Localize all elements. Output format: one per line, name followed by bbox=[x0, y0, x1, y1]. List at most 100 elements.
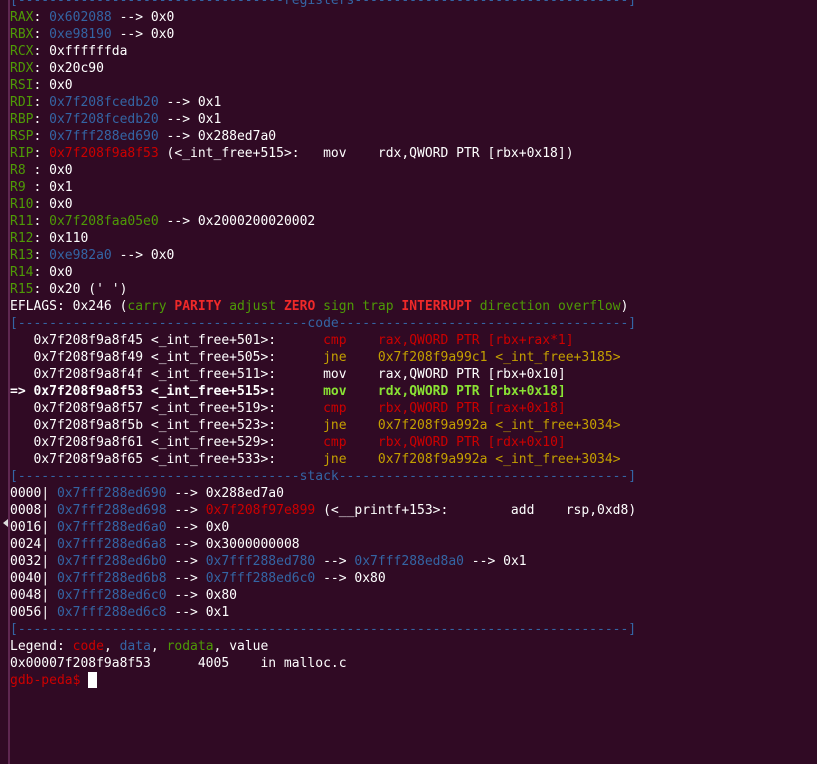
stack-deref-part: 0x80 bbox=[354, 571, 386, 586]
instruction-symbol: <_int_free+519>: bbox=[150, 401, 277, 416]
eflag-interrupt: INTERRUPT bbox=[401, 299, 472, 314]
register-line: RSP: 0x7fff288ed690 --> 0x288ed7a0 bbox=[10, 129, 277, 144]
code-line[interactable]: 0x7f208f9a8f5b <_int_free+523>: jne 0x7f… bbox=[10, 417, 620, 434]
instruction-mnemonic: jne bbox=[323, 350, 347, 365]
instruction-operands: 0x7f208f9a992a <_int_free+3034> bbox=[377, 452, 621, 467]
current-instruction[interactable]: => 0x7f208f9a8f53 <_int_free+515>: mov r… bbox=[10, 383, 566, 400]
stack-address: 0x7fff288ed6a8 bbox=[56, 537, 167, 552]
terminal-cursor[interactable] bbox=[88, 672, 98, 688]
stack-deref-part: 0x7f208f97e899 bbox=[205, 503, 316, 518]
instruction-symbol: <_int_free+529>: bbox=[150, 435, 277, 450]
instruction-address: 0x7f208f9a8f53 bbox=[33, 384, 144, 399]
code-line[interactable]: 0x7f208f9a8f45 <_int_free+501>: cmp rax,… bbox=[10, 332, 574, 349]
register-name: R10 bbox=[10, 197, 34, 212]
stack-offset: 0000 bbox=[10, 486, 42, 501]
stack-line[interactable]: 0024| 0x7fff288ed6a8 --> 0x3000000008 bbox=[10, 536, 300, 553]
stack-address: 0x7fff288ed690 bbox=[56, 486, 167, 501]
register-value: 0x7f208fcedb20 bbox=[49, 95, 159, 110]
code-line[interactable]: 0x7f208f9a8f57 <_int_free+519>: cmp rbx,… bbox=[10, 400, 565, 417]
stack-deref-part: --> bbox=[166, 520, 206, 535]
register-value: 0xe98190 bbox=[49, 27, 112, 42]
eflags-label: EFLAGS bbox=[10, 299, 57, 314]
register-line: R14: 0x0 bbox=[10, 265, 73, 280]
stack-address: 0x7fff288ed6c0 bbox=[56, 588, 167, 603]
register-deref: --> 0x1 bbox=[158, 112, 222, 127]
register-deref: (<_int_free+515>: mov rdx,QWORD PTR [rbx… bbox=[158, 146, 574, 161]
stack-address: 0x7fff288ed698 bbox=[56, 503, 167, 518]
register-line: RIP: 0x7f208f9a8f53 (<_int_free+515>: mo… bbox=[10, 146, 574, 161]
eflags-line: EFLAGS: 0x246 (carry PARITY adjust ZERO … bbox=[10, 299, 629, 314]
terminal-window[interactable]: [----------------------------------regis… bbox=[0, 0, 817, 764]
stack-address: 0x7fff288ed6c8 bbox=[56, 605, 167, 620]
register-name: RIP bbox=[10, 146, 34, 161]
stack-deref-part: --> bbox=[166, 537, 206, 552]
code-line[interactable]: 0x7f208f9a8f4f <_int_free+511>: mov rax,… bbox=[10, 366, 565, 383]
register-line: RSI: 0x0 bbox=[10, 78, 73, 93]
stack-offset: 0056 bbox=[10, 605, 42, 620]
stack-deref-part: 0x288ed7a0 bbox=[205, 486, 284, 501]
register-value: 0xffffffda bbox=[49, 44, 128, 59]
register-name: R13 bbox=[10, 248, 34, 263]
eflag-trap: trap bbox=[362, 299, 394, 314]
instruction-operands: 0x7f208f9a99c1 <_int_free+3185> bbox=[377, 350, 621, 365]
eflag-zero: ZERO bbox=[283, 299, 316, 314]
stack-deref-part: 0x1 bbox=[205, 605, 230, 620]
stack-deref-part: 0x80 bbox=[205, 588, 237, 603]
eflag-direction: direction bbox=[479, 299, 551, 314]
stack-line[interactable]: 0056| 0x7fff288ed6c8 --> 0x1 bbox=[10, 604, 229, 621]
register-line: RCX: 0xffffffda bbox=[10, 44, 128, 59]
stack-line[interactable]: 0032| 0x7fff288ed6b0 --> 0x7fff288ed780 … bbox=[10, 553, 527, 570]
instruction-mnemonic: mov bbox=[323, 384, 347, 399]
register-value: 0x20c90 bbox=[49, 61, 104, 76]
instruction-symbol: <_int_free+523>: bbox=[150, 418, 277, 433]
eflags-value: 0x246 bbox=[72, 299, 112, 314]
instruction-mnemonic: jne bbox=[323, 452, 347, 467]
register-value: 0x602088 bbox=[49, 10, 112, 25]
stack-deref-part: --> bbox=[315, 554, 355, 569]
code-line[interactable]: 0x7f208f9a8f65 <_int_free+533>: jne 0x7f… bbox=[10, 451, 621, 468]
register-line: RBP: 0x7f208fcedb20 --> 0x1 bbox=[10, 112, 222, 127]
instruction-address: 0x7f208f9a8f5b bbox=[33, 418, 144, 433]
stack-line[interactable]: 0008| 0x7fff288ed698 --> 0x7f208f97e899 … bbox=[10, 502, 636, 519]
instruction-prefix bbox=[10, 418, 33, 433]
stack-address: 0x7fff288ed6b8 bbox=[56, 571, 167, 586]
stack-offset: 0016 bbox=[10, 520, 42, 535]
register-value: 0x0 bbox=[49, 265, 73, 280]
register-line: R8 : 0x0 bbox=[10, 163, 73, 178]
instruction-address: 0x7f208f9a8f65 bbox=[33, 452, 144, 467]
gdb-prompt: gdb-peda$ bbox=[10, 673, 89, 688]
stack-line[interactable]: 0048| 0x7fff288ed6c0 --> 0x80 bbox=[10, 587, 237, 604]
stack-deref-part: (<__printf+153>: add rsp,0xd8) bbox=[315, 503, 637, 518]
register-line: R12: 0x110 bbox=[10, 231, 89, 246]
register-value: 0x7f208faa05e0 bbox=[49, 214, 159, 229]
instruction-symbol: <_int_free+533>: bbox=[150, 452, 277, 467]
stack-deref-part: --> bbox=[166, 486, 206, 501]
register-value: 0x7fff288ed690 bbox=[49, 129, 159, 144]
register-value: 0x0 bbox=[49, 163, 73, 178]
register-name: RAX bbox=[10, 10, 34, 25]
code-line[interactable]: 0x7f208f9a8f61 <_int_free+529>: cmp rbx,… bbox=[10, 434, 565, 451]
stack-line[interactable]: 0016| 0x7fff288ed6a0 --> 0x0 bbox=[10, 519, 229, 536]
register-line: RBX: 0xe98190 --> 0x0 bbox=[10, 27, 175, 42]
register-deref: --> 0x1 bbox=[158, 95, 222, 110]
register-name: R15 bbox=[10, 282, 34, 297]
stack-line[interactable]: 0040| 0x7fff288ed6b8 --> 0x7fff288ed6c0 … bbox=[10, 570, 386, 587]
legend-data: data bbox=[119, 639, 151, 654]
register-line: R10: 0x0 bbox=[10, 197, 73, 212]
register-line: R11: 0x7f208faa05e0 --> 0x2000200020002 bbox=[10, 214, 316, 229]
prompt-line[interactable]: gdb-peda$ bbox=[10, 672, 98, 689]
stack-deref-part: 0x7fff288ed8a0 bbox=[354, 554, 464, 569]
legend-rodata: rodata bbox=[166, 639, 214, 654]
register-line: R9 : 0x1 bbox=[10, 180, 73, 195]
instruction-operands: rax,QWORD PTR [rbx+rax*1] bbox=[377, 333, 574, 348]
register-line: RDI: 0x7f208fcedb20 --> 0x1 bbox=[10, 95, 222, 110]
register-line: R15: 0x20 (' ') bbox=[10, 282, 128, 297]
register-name: R8 bbox=[10, 163, 34, 178]
stack-address: 0x7fff288ed6a0 bbox=[56, 520, 167, 535]
stack-line[interactable]: 0000| 0x7fff288ed690 --> 0x288ed7a0 bbox=[10, 485, 284, 502]
stack-deref-part: --> bbox=[166, 605, 206, 620]
stack-deref-part: --> bbox=[166, 554, 206, 569]
instruction-symbol: <_int_free+505>: bbox=[150, 350, 277, 365]
instruction-prefix: => bbox=[10, 384, 34, 399]
code-line[interactable]: 0x7f208f9a8f49 <_int_free+505>: jne 0x7f… bbox=[10, 349, 621, 366]
